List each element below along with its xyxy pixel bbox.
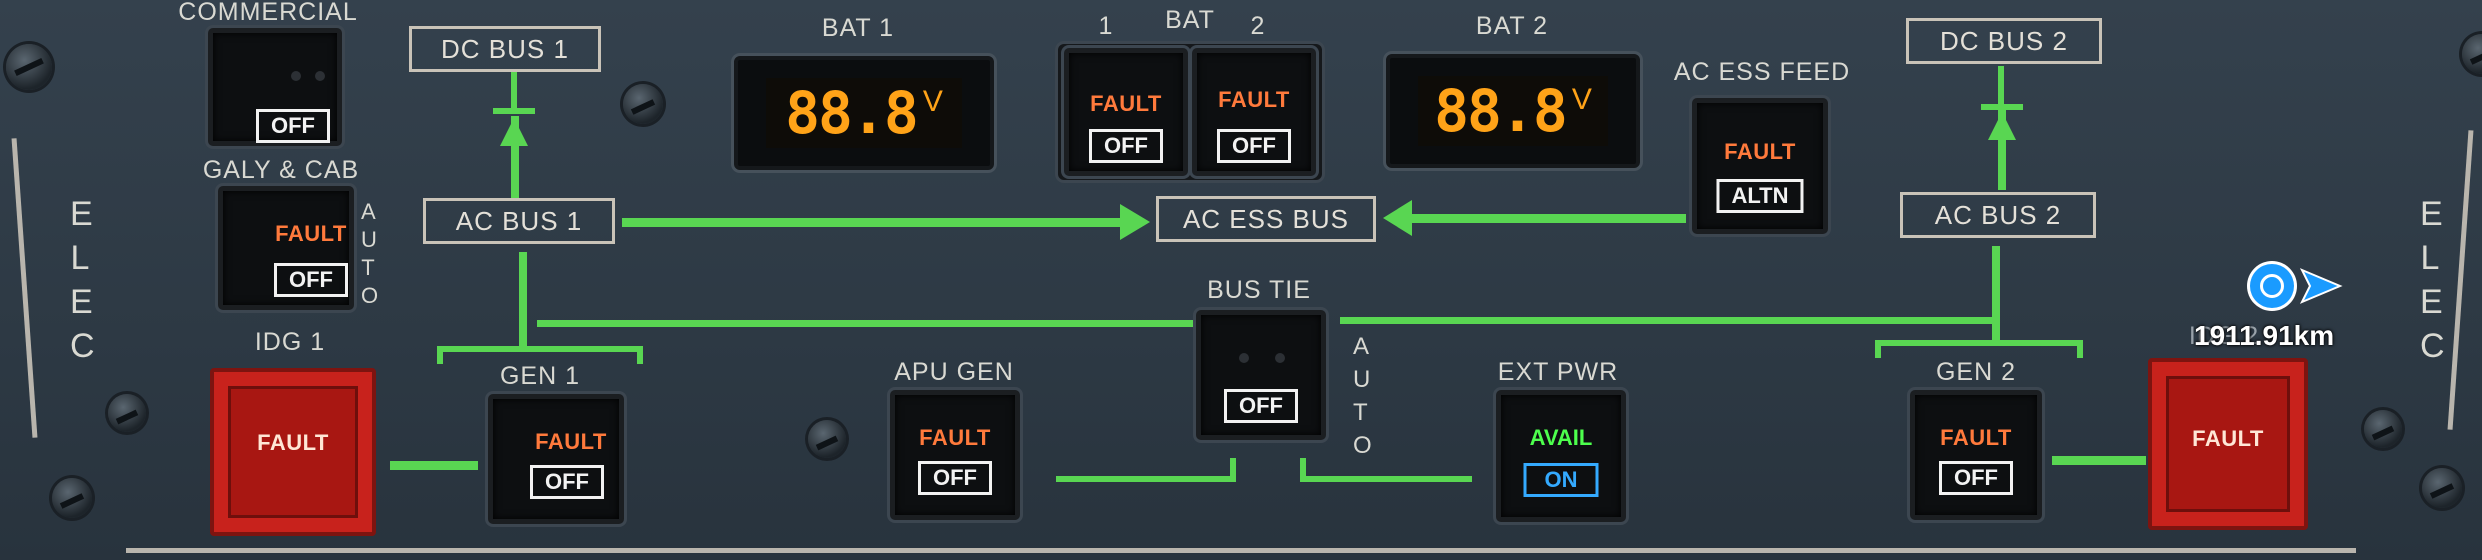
ac-ess-feed-altn-light: ALTN <box>1716 179 1804 213</box>
side-label-right: ELEC <box>2420 195 2445 365</box>
ext-pwr-label: EXT PWR <box>1497 358 1619 386</box>
gen2-fault-light: FAULT <box>1940 425 2012 450</box>
bat2-voltage: 88.8 <box>1434 77 1568 145</box>
screw <box>2422 468 2462 508</box>
bat2-label: BAT 2 <box>1475 12 1549 40</box>
indicator-dot <box>291 71 301 81</box>
bat1-voltage: 88.8 <box>785 79 919 147</box>
dc-bus-2-label: DC BUS 2 <box>1906 18 2102 64</box>
apu-gen-button[interactable]: FAULT OFF <box>890 390 1020 520</box>
indicator-dot <box>315 71 325 81</box>
gen2-label: GEN 2 <box>1935 358 2017 386</box>
gen2-button[interactable]: FAULT OFF <box>1910 390 2042 520</box>
bus-tie-button[interactable]: OFF <box>1196 310 1326 440</box>
apu-gen-off-light: OFF <box>918 461 992 495</box>
nav-distance: 1911.91km <box>2194 320 2335 351</box>
gen1-fault-light: FAULT <box>535 429 607 454</box>
screw <box>6 44 52 90</box>
bus-tie-off-light: OFF <box>1224 389 1298 423</box>
screw <box>108 394 146 432</box>
crosshair-icon <box>2250 264 2294 308</box>
bat1-fault-light: FAULT <box>1090 91 1162 116</box>
bat1-off-light: OFF <box>1089 129 1163 163</box>
bat2-display-window: 88.8 V <box>1418 76 1608 146</box>
bat2-display: 88.8 V <box>1386 54 1640 168</box>
ac-bus-1-label: AC BUS 1 <box>423 198 615 244</box>
idg1-fault-light: FAULT <box>257 430 329 455</box>
gen1-label: GEN 1 <box>499 362 581 390</box>
bat-pb-label: BAT <box>1165 6 1215 34</box>
galy-cab-button[interactable]: FAULT OFF <box>218 186 354 310</box>
ac-ess-feed-label: AC ESS FEED <box>1673 58 1851 86</box>
ac-ess-feed-button[interactable]: FAULT ALTN <box>1692 98 1828 234</box>
apu-gen-fault-light: FAULT <box>919 425 991 450</box>
screw <box>2364 410 2402 448</box>
gen1-off-light: OFF <box>530 465 604 499</box>
galy-cab-label: GALY & CAB <box>202 156 360 184</box>
ext-pwr-on-light: ON <box>1523 463 1599 497</box>
bat1-unit: V <box>922 85 943 118</box>
direction-arrow-icon <box>2300 268 2343 304</box>
idg2-fault-light: FAULT <box>2192 426 2264 451</box>
ac-bus-2-label: AC BUS 2 <box>1900 192 2096 238</box>
arrow-up-dcbus1 <box>500 118 528 146</box>
ac-ess-feed-fault-light: FAULT <box>1724 139 1796 164</box>
ac-ess-bus-label: AC ESS BUS <box>1156 196 1376 242</box>
bat-pb-num1: 1 <box>1098 12 1114 40</box>
bat2-off-light: OFF <box>1217 129 1291 163</box>
side-label-left: ELEC <box>70 195 95 365</box>
arrow-right-ess <box>1120 204 1150 240</box>
gen1-button[interactable]: FAULT OFF <box>488 394 624 524</box>
arrow-up-dcbus2 <box>1988 112 2016 140</box>
elec-overhead-panel: ELEC ELEC COMMERCIAL OFF GALY & CAB FAUL… <box>0 0 2482 560</box>
bat1-display-window: 88.8 V <box>766 78 962 148</box>
idg1-guard[interactable]: FAULT <box>210 368 376 536</box>
bat2-fault-light: FAULT <box>1218 87 1290 112</box>
bottom-edge-line <box>126 548 2356 553</box>
bat1-label: BAT 1 <box>821 14 895 42</box>
screw <box>52 478 92 518</box>
bat2-button[interactable]: FAULT OFF <box>1192 48 1316 176</box>
bat-pb-num2: 2 <box>1250 12 1266 40</box>
indicator-dot <box>1275 353 1285 363</box>
dc-bus-1-label: DC BUS 1 <box>409 26 601 72</box>
commercial-button[interactable]: OFF <box>208 28 342 146</box>
apu-gen-label: APU GEN <box>894 358 1014 386</box>
ext-pwr-avail-light: AVAIL <box>1529 425 1593 450</box>
commercial-label: COMMERCIAL <box>178 0 358 26</box>
galy-cab-auto-label: AUTO <box>361 199 379 308</box>
ext-pwr-button[interactable]: AVAIL ON <box>1496 390 1626 522</box>
bat1-display: 88.8 V <box>734 56 994 170</box>
indicator-dot <box>1239 353 1249 363</box>
bus-tie-label: BUS TIE <box>1207 276 1311 304</box>
arrow-left-ess <box>1383 200 1412 236</box>
commercial-off-light: OFF <box>256 109 330 143</box>
idg1-label: IDG 1 <box>254 328 326 356</box>
screw <box>623 84 663 124</box>
gen2-off-light: OFF <box>1939 461 2013 495</box>
screw <box>808 420 846 458</box>
bus-tie-auto-label: AUTO <box>1353 333 1372 459</box>
nav-marker[interactable] <box>2248 262 2344 314</box>
bat1-button[interactable]: FAULT OFF <box>1064 48 1188 176</box>
galy-cab-off-light: OFF <box>274 263 348 297</box>
idg2-guard[interactable]: FAULT <box>2148 358 2308 530</box>
bat2-unit: V <box>1571 83 1592 116</box>
galy-cab-fault-light: FAULT <box>275 221 347 246</box>
